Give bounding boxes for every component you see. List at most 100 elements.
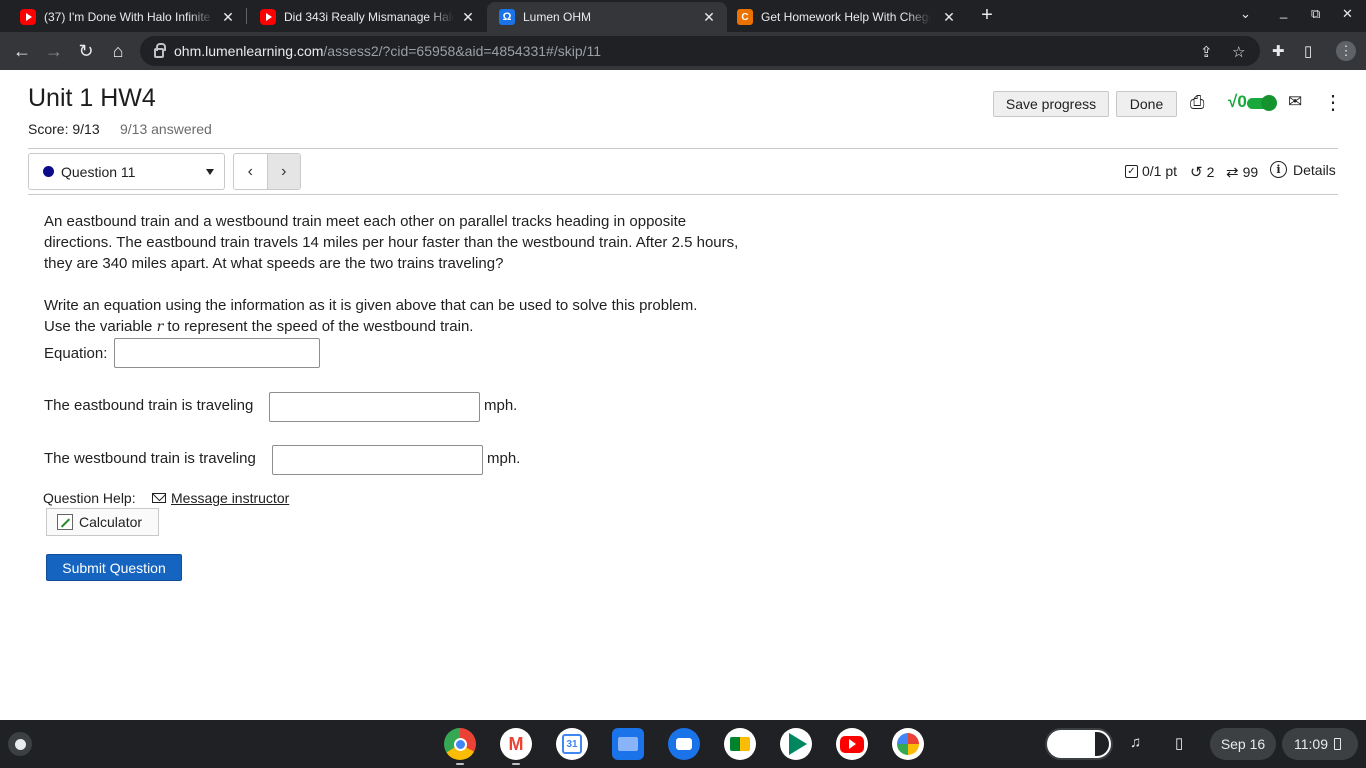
question-selector[interactable]: Question 11 bbox=[28, 153, 225, 190]
share-icon[interactable]: ⇪ bbox=[1200, 43, 1213, 61]
lumen-icon: Ω bbox=[499, 9, 515, 25]
meet-icon[interactable] bbox=[724, 728, 756, 760]
previous-question-button[interactable]: ‹ bbox=[234, 154, 267, 189]
close-tab-icon[interactable]: ✕ bbox=[220, 9, 236, 26]
tab-title: Get Homework Help With Chegg bbox=[761, 10, 931, 24]
chegg-icon: C bbox=[737, 9, 753, 25]
tab-search-icon[interactable]: ⌄ bbox=[1240, 6, 1251, 22]
westbound-speed-input[interactable] bbox=[272, 445, 483, 475]
lock-icon[interactable] bbox=[154, 43, 166, 58]
info-icon: i bbox=[1270, 161, 1287, 178]
question-selector-label: Question 11 bbox=[61, 163, 136, 180]
details-label: Details bbox=[1293, 161, 1336, 178]
message-instructor-label: Message instructor bbox=[171, 490, 290, 506]
youtube-icon[interactable] bbox=[836, 728, 868, 760]
envelope-icon bbox=[152, 493, 166, 503]
calculator-label: Calculator bbox=[79, 514, 143, 530]
retry-icon: ↺ bbox=[1190, 164, 1203, 181]
eastbound-label: The eastbound train is traveling bbox=[44, 397, 254, 414]
reload-icon[interactable]: ↻ bbox=[75, 40, 97, 62]
home-icon[interactable]: ⌂ bbox=[107, 40, 129, 62]
address-bar[interactable]: ohm.lumenlearning.com/assess2/?cid=65958… bbox=[140, 36, 1260, 66]
minimize-icon[interactable]: _ bbox=[1280, 4, 1287, 19]
close-tab-icon[interactable]: ✕ bbox=[701, 9, 717, 26]
eastbound-unit: mph. bbox=[484, 397, 518, 414]
close-tab-icon[interactable]: ✕ bbox=[941, 9, 957, 26]
youtube-icon bbox=[260, 9, 276, 25]
youtube-icon bbox=[20, 9, 36, 25]
tab-chegg[interactable]: C Get Homework Help With Chegg ✕ bbox=[727, 2, 967, 32]
new-tab-button[interactable]: + bbox=[977, 4, 997, 27]
restore-icon[interactable]: ⧉ bbox=[1311, 6, 1320, 22]
phone-hub-icon[interactable]: ▯ bbox=[1175, 734, 1183, 752]
messages-icon[interactable] bbox=[668, 728, 700, 760]
clock: 11:09 bbox=[1294, 736, 1328, 752]
date-pill[interactable]: Sep 16 bbox=[1210, 728, 1276, 760]
message-instructor-link[interactable]: Message instructor bbox=[152, 490, 289, 506]
close-tab-icon[interactable]: ✕ bbox=[460, 9, 476, 26]
attempts-indicator: ⇄ 99 bbox=[1226, 163, 1258, 181]
back-icon[interactable]: ← bbox=[11, 40, 33, 62]
more-options-icon[interactable]: ⋮ bbox=[1323, 90, 1343, 115]
tab-title: (37) I'm Done With Halo Infinite - bbox=[44, 10, 214, 24]
divider bbox=[28, 148, 1338, 149]
close-window-icon[interactable]: ✕ bbox=[1342, 6, 1353, 22]
tab-youtube-343i[interactable]: Did 343i Really Mismanage Halo ✕ bbox=[240, 2, 486, 32]
points-text: 0/1 pt bbox=[1142, 163, 1178, 179]
bookmark-star-icon[interactable]: ☆ bbox=[1232, 43, 1245, 61]
battery-icon bbox=[1334, 738, 1341, 750]
divider bbox=[28, 194, 1338, 195]
equation-input[interactable] bbox=[114, 338, 320, 368]
gmail-icon[interactable]: M bbox=[500, 728, 532, 760]
question-prompt: An eastbound train and a westbound train… bbox=[44, 213, 739, 272]
save-progress-button[interactable]: Save progress bbox=[993, 91, 1109, 117]
attempts-text: 99 bbox=[1242, 164, 1259, 180]
status-tray[interactable]: 11:09 bbox=[1282, 728, 1358, 760]
print-icon[interactable]: ⎙ bbox=[1190, 92, 1204, 113]
tab-title: Did 343i Really Mismanage Halo bbox=[284, 10, 454, 24]
browser-toolbar: ← → ↻ ⌂ ohm.lumenlearning.com/assess2/?c… bbox=[0, 32, 1366, 70]
done-button[interactable]: Done bbox=[1116, 91, 1177, 117]
details-button[interactable]: i Details bbox=[1270, 161, 1336, 178]
equation-instruction: Write an equation using the information … bbox=[44, 297, 698, 314]
retries-indicator: ↺ 2 bbox=[1190, 163, 1214, 181]
tab-strip: (37) I'm Done With Halo Infinite - ✕ Did… bbox=[0, 0, 1366, 32]
math-entry-label: √0 bbox=[1228, 92, 1247, 111]
tab-title: Lumen OHM bbox=[523, 10, 592, 24]
variable-instruction: Use the variable r to represent the spee… bbox=[44, 318, 474, 335]
calendar-icon[interactable]: 31 bbox=[556, 728, 588, 760]
question-help-label: Question Help: bbox=[43, 490, 136, 506]
equation-label: Equation: bbox=[44, 345, 108, 362]
play-store-icon[interactable] bbox=[780, 728, 812, 760]
page-title: Unit 1 HW4 bbox=[28, 84, 156, 112]
westbound-unit: mph. bbox=[487, 450, 521, 467]
points-indicator: ✓ 0/1 pt bbox=[1125, 163, 1177, 179]
holding-space-icon[interactable] bbox=[1045, 728, 1113, 760]
eastbound-speed-input[interactable] bbox=[269, 392, 480, 422]
extensions-icon[interactable]: ✚ bbox=[1272, 42, 1285, 60]
chevron-down-icon bbox=[206, 169, 214, 175]
files-icon[interactable] bbox=[612, 728, 644, 760]
browser-menu-icon[interactable]: ⋮ bbox=[1336, 41, 1356, 61]
score-text: Score: 9/13 bbox=[28, 121, 100, 137]
mail-icon[interactable]: ✉ bbox=[1288, 92, 1302, 112]
tab-lumen-ohm[interactable]: Ω Lumen OHM ✕ bbox=[487, 2, 727, 32]
answered-count: 9/13 answered bbox=[120, 121, 212, 137]
url-path: /assess2/?cid=65958&aid=4854331#/skip/11 bbox=[323, 43, 602, 59]
running-indicator bbox=[456, 763, 464, 765]
calculator-button[interactable]: Calculator bbox=[46, 508, 159, 536]
forward-icon[interactable]: → bbox=[43, 40, 65, 62]
westbound-label: The westbound train is traveling bbox=[44, 450, 256, 467]
next-question-button[interactable]: › bbox=[266, 154, 300, 189]
chrome-icon[interactable] bbox=[444, 728, 476, 760]
tab-youtube-halo-done[interactable]: (37) I'm Done With Halo Infinite - ✕ bbox=[0, 2, 246, 32]
math-entry-toggle[interactable] bbox=[1247, 95, 1277, 111]
status-dot-icon bbox=[43, 166, 54, 177]
running-indicator bbox=[512, 763, 520, 765]
photos-icon[interactable] bbox=[892, 728, 924, 760]
launcher-icon[interactable] bbox=[8, 732, 32, 756]
checkbox-icon: ✓ bbox=[1125, 164, 1138, 178]
side-panel-icon[interactable]: ▯ bbox=[1304, 42, 1312, 60]
media-controls-icon[interactable]: ♫ bbox=[1130, 734, 1141, 751]
submit-question-button[interactable]: Submit Question bbox=[46, 554, 182, 581]
